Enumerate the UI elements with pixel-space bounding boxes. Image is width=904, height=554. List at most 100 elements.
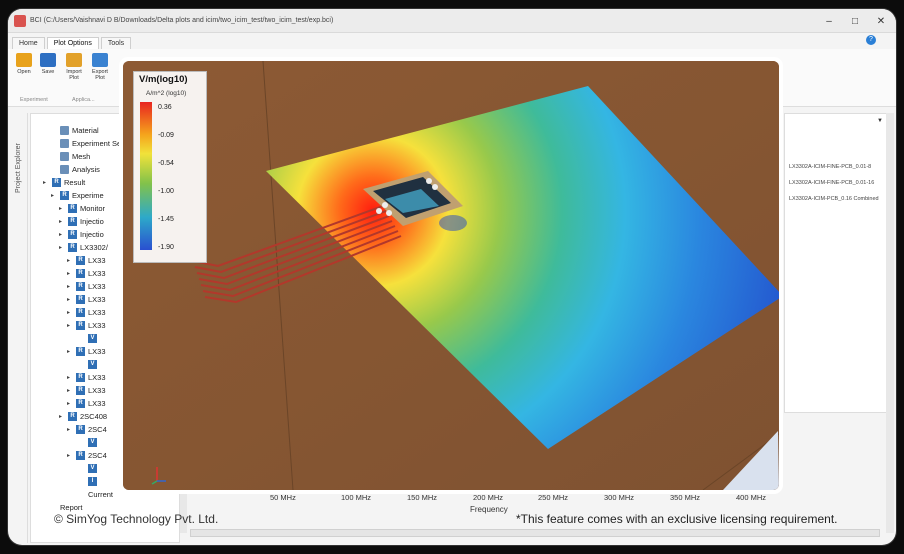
tree-node[interactable]: ▸ R LX33 <box>67 399 106 408</box>
group-apply-label: Applica... <box>72 97 95 103</box>
import-plot-label: Import Plot <box>66 69 82 81</box>
tree-node[interactable]: Report <box>51 503 83 512</box>
colorbar-title: V/m(log10) <box>139 74 188 85</box>
node-type-icon: R <box>60 191 69 200</box>
axis-triad-icon <box>151 467 166 485</box>
tree-node[interactable]: ▸ R LX33 <box>67 308 106 317</box>
x-tick-label: 400 MHz <box>736 493 767 502</box>
node-type-icon: R <box>76 347 85 356</box>
tree-node[interactable]: Current <box>79 490 113 499</box>
tree-node[interactable]: V <box>79 464 100 473</box>
expand-toggle-icon[interactable]: ▸ <box>67 374 76 381</box>
expand-toggle-icon[interactable]: ▸ <box>67 400 76 407</box>
close-button[interactable]: ✕ <box>868 9 894 33</box>
tree-node[interactable]: V <box>79 438 100 447</box>
expand-toggle-icon[interactable]: ▸ <box>59 231 68 238</box>
tree-node[interactable]: ▸ R LX33 <box>67 256 106 265</box>
expand-toggle-icon[interactable]: ▸ <box>43 179 52 186</box>
expand-toggle-icon[interactable]: ▸ <box>59 413 68 420</box>
open-button[interactable]: Open <box>12 53 36 75</box>
x-axis-label: Frequency <box>470 505 508 514</box>
tree-node[interactable]: ▸ R LX33 <box>67 347 106 356</box>
expand-toggle-icon[interactable]: ▸ <box>67 257 76 264</box>
colorbar-tick: 0.36 <box>158 104 172 111</box>
analysis-icon <box>60 165 69 174</box>
tree-node[interactable]: V <box>79 360 100 369</box>
expand-toggle-icon[interactable]: ▸ <box>67 452 76 459</box>
result-item[interactable]: LX3302A-ICIM-PCB_0.16 Combined <box>789 196 879 202</box>
result-item[interactable]: LX3302A-ICIM-FINE-PCB_0.01-16 <box>789 180 874 186</box>
tree-node[interactable]: ▸ R Injectio <box>59 217 104 226</box>
node-type-icon: R <box>76 282 85 291</box>
tree-node[interactable]: Experiment Se <box>51 139 121 148</box>
tree-node[interactable]: ▸ R LX33 <box>67 373 106 382</box>
import-plot-button[interactable]: Import Plot <box>62 53 86 81</box>
tree-node[interactable]: ▸ R Experime <box>51 191 104 200</box>
export-plot-label: Export Plot <box>92 69 108 81</box>
title-bar: BCI (C:/Users/Vaishnavi D B/Downloads/De… <box>8 9 896 33</box>
tab-tools[interactable]: Tools <box>100 37 132 49</box>
expand-toggle-icon[interactable]: ▸ <box>67 387 76 394</box>
expand-toggle-icon[interactable]: ▸ <box>67 348 76 355</box>
x-tick-label: 100 MHz <box>341 493 372 502</box>
tree-node[interactable]: ▸ R 2SC408 <box>59 412 107 421</box>
export-plot-button[interactable]: Export Plot <box>88 53 112 81</box>
tree-node-label: Material <box>72 126 99 135</box>
maximize-button[interactable]: □ <box>842 9 868 33</box>
expand-toggle-icon[interactable]: ▸ <box>51 192 60 199</box>
chevron-down-icon[interactable]: ▼ <box>877 118 883 124</box>
x-tick-label: 50 MHz <box>270 493 296 502</box>
import-icon <box>66 53 82 67</box>
tree-node[interactable]: ▸ R 2SC4 <box>67 451 107 460</box>
expand-toggle-icon[interactable]: ▸ <box>59 218 68 225</box>
tree-node[interactable]: ▸ R LX33 <box>67 295 106 304</box>
expand-toggle-icon[interactable]: ▸ <box>67 322 76 329</box>
tree-node[interactable]: ▸ R Monitor <box>59 204 105 213</box>
save-icon <box>40 53 56 67</box>
tree-node[interactable]: ▸ R Injectio <box>59 230 104 239</box>
x-tick-label: 150 MHz <box>407 493 438 502</box>
node-type-icon: R <box>68 412 77 421</box>
tree-node[interactable]: ▸ R LX33 <box>67 321 106 330</box>
x-tick-label: 300 MHz <box>604 493 635 502</box>
tree-node[interactable]: ▸ R LX33 <box>67 386 106 395</box>
tree-node[interactable]: Analysis <box>51 165 100 174</box>
tree-node[interactable]: ▸ R LX3302/ <box>59 243 108 252</box>
tree-node[interactable]: V <box>79 334 100 343</box>
tab-home[interactable]: Home <box>12 37 45 49</box>
x-tick-label: 350 MHz <box>670 493 701 502</box>
tree-node[interactable]: ▸ R Result <box>43 178 85 187</box>
3d-viewport[interactable]: V/m(log10) A/m^2 (log10) 0.36 -0.09 -0.5… <box>119 57 783 494</box>
horizontal-scrollbar[interactable] <box>190 529 880 537</box>
tree-node[interactable]: ▸ R LX33 <box>67 282 106 291</box>
app-icon <box>14 14 26 27</box>
expand-toggle-icon[interactable]: ▸ <box>67 283 76 290</box>
experiment-icon <box>60 139 69 148</box>
tree-node[interactable]: ▸ R LX33 <box>67 269 106 278</box>
result-item[interactable]: LX3302A-ICIM-FINE-PCB_0.01-8 <box>789 164 871 170</box>
save-button[interactable]: Save <box>36 53 60 75</box>
expand-toggle-icon[interactable]: ▸ <box>67 270 76 277</box>
help-icon[interactable]: ? <box>866 35 876 45</box>
node-type-icon: R <box>76 373 85 382</box>
tree-node-label: LX33 <box>88 269 106 278</box>
field-plot[interactable]: V/m(log10) A/m^2 (log10) 0.36 -0.09 -0.5… <box>123 61 779 490</box>
tree-node[interactable]: Material <box>51 126 99 135</box>
expand-toggle-icon[interactable]: ▸ <box>67 296 76 303</box>
node-type-icon: R <box>76 451 85 460</box>
expand-toggle-icon[interactable]: ▸ <box>59 244 68 251</box>
results-panel: ▼ LX3302A-ICIM-FINE-PCB_0.01-8 LX3302A-I… <box>784 113 888 413</box>
tree-node[interactable]: Mesh <box>51 152 90 161</box>
tab-plot-options[interactable]: Plot Options <box>46 37 99 49</box>
colorbar-subtitle: A/m^2 (log10) <box>146 90 187 97</box>
expand-toggle-icon[interactable]: ▸ <box>59 205 68 212</box>
right-scrollbar[interactable] <box>886 113 894 533</box>
tree-node[interactable]: I <box>79 477 100 486</box>
tree-node[interactable]: ▸ R 2SC4 <box>67 425 107 434</box>
node-type-icon: R <box>68 243 77 252</box>
tree-node-label: Experime <box>72 191 104 200</box>
minimize-button[interactable]: – <box>816 9 842 33</box>
expand-toggle-icon[interactable]: ▸ <box>67 309 76 316</box>
project-explorer-tab[interactable]: Project Explorer <box>14 113 28 543</box>
expand-toggle-icon[interactable]: ▸ <box>67 426 76 433</box>
